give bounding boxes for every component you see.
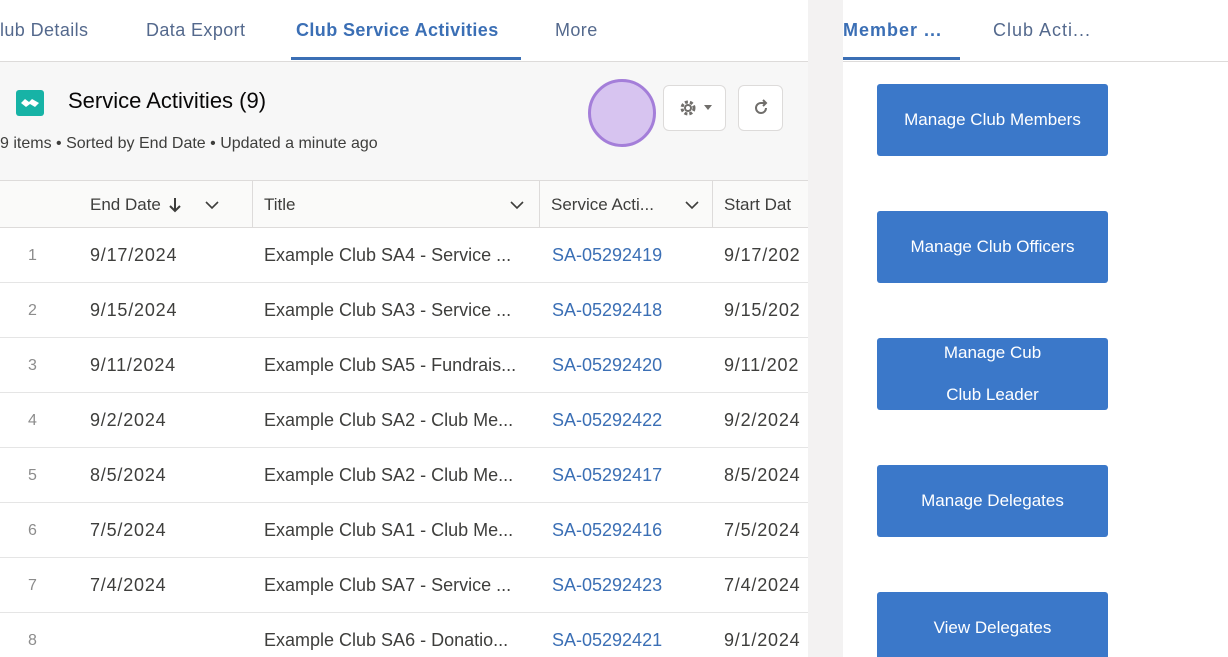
title-cell: Example Club SA5 - Fundrais... [264,355,517,375]
column-divider[interactable] [252,181,253,229]
title-cell: Example Club SA2 - Club Me... [264,410,514,430]
chevron-down-icon[interactable] [510,200,524,210]
refresh-button[interactable] [738,85,783,131]
manage-cub-club-leader-button[interactable]: Manage Cub Club Leader [877,338,1108,410]
end-date-cell: 8/5/2024 [90,465,167,485]
arrow-down-icon [169,198,181,213]
start-date-cell: 7/4/2024 [724,575,801,595]
table-row: 4 9/2/2024 Example Club SA2 - Club Me...… [0,393,808,448]
record-tabs: lub Details Data Export Club Service Act… [0,0,808,62]
end-date-cell: 9/15/2024 [90,300,178,320]
table-row: 6 7/5/2024 Example Club SA1 - Club Me...… [0,503,808,558]
sidebar-tabs: Member ... Club Acti... [843,0,1228,62]
service-activity-link[interactable]: SA-05292422 [552,393,662,448]
gear-icon [680,100,695,116]
card-subtitle: 9 items • Sorted by End Date • Updated a… [0,135,378,152]
title-cell: Example Club SA4 - Service ... [264,245,512,265]
row-number: 6 [28,521,37,539]
tab-club-activities[interactable]: Club Acti... [993,20,1091,41]
service-activity-link[interactable]: SA-05292419 [552,228,662,283]
active-tab-indicator [291,57,521,60]
service-activity-link[interactable]: SA-05292421 [552,613,662,657]
manage-delegates-button[interactable]: Manage Delegates [877,465,1108,537]
chevron-down-icon[interactable] [205,200,219,210]
title-cell: Example Club SA1 - Club Me... [264,520,514,540]
view-delegates-button[interactable]: View Delegates [877,592,1108,657]
end-date-cell: 7/5/2024 [90,520,167,540]
service-activity-link[interactable]: SA-05292423 [552,558,662,613]
manage-club-officers-button[interactable]: Manage Club Officers [877,211,1108,283]
card-title[interactable]: Service Activities (9) [68,88,266,114]
column-header-start-date[interactable]: Start Dat [724,181,808,229]
refresh-icon [754,99,767,114]
title-cell: Example Club SA6 - Donatio... [264,630,509,650]
row-number: 7 [28,576,37,594]
title-cell: Example Club SA3 - Service ... [264,300,512,320]
service-activity-link[interactable]: SA-05292416 [552,503,662,558]
row-number: 1 [28,246,37,264]
table-header: End Date Title Service Acti... Start Dat [0,180,808,229]
service-activity-link[interactable]: SA-05292420 [552,338,662,393]
tab-club-service-activities[interactable]: Club Service Activities [296,20,499,41]
column-divider[interactable] [712,181,713,229]
column-header-service-activity[interactable]: Service Acti... [551,181,709,229]
tab-club-details[interactable]: lub Details [0,20,88,41]
start-date-cell: 9/2/2024 [724,410,801,430]
row-number: 3 [28,356,37,374]
table-row: 3 9/11/2024 Example Club SA5 - Fundrais.… [0,338,808,393]
row-number: 4 [28,411,37,429]
start-date-cell: 7/5/2024 [724,520,801,540]
service-activity-link[interactable]: SA-05292418 [552,283,662,338]
tab-data-export[interactable]: Data Export [146,20,245,41]
click-indicator [588,79,656,147]
end-date-cell: 9/2/2024 [90,410,167,430]
row-number: 2 [28,301,37,319]
list-settings-button[interactable] [663,85,726,131]
handshake-icon [16,90,44,116]
tab-more[interactable]: More [555,20,598,41]
actions-panel: Member ... Club Acti... Manage Club Memb… [843,0,1228,657]
caret-down-icon [703,105,712,110]
active-tab-indicator [843,57,960,60]
title-cell: Example Club SA7 - Service ... [264,575,512,595]
table-row: 7 7/4/2024 Example Club SA7 - Service ..… [0,558,808,613]
manage-club-members-button[interactable]: Manage Club Members [877,84,1108,156]
table-row: 5 8/5/2024 Example Club SA2 - Club Me...… [0,448,808,503]
related-list-panel: lub Details Data Export Club Service Act… [0,0,808,657]
start-date-cell: 9/15/202 [724,300,801,320]
start-date-cell: 9/11/202 [724,355,800,375]
start-date-cell: 8/5/2024 [724,465,801,485]
service-activity-link[interactable]: SA-05292417 [552,448,662,503]
start-date-cell: 9/1/2024 [724,630,801,650]
column-header-title[interactable]: Title [264,181,534,229]
end-date-cell: 7/4/2024 [90,575,167,595]
end-date-cell: 9/17/2024 [90,245,178,265]
row-number: 5 [28,466,37,484]
end-date-cell: 9/11/2024 [90,355,176,375]
column-divider[interactable] [539,181,540,229]
tab-member[interactable]: Member ... [843,20,942,41]
row-number: 8 [28,631,37,649]
table-row: 1 9/17/2024 Example Club SA4 - Service .… [0,228,808,283]
chevron-down-icon[interactable] [685,200,699,210]
column-header-end-date[interactable]: End Date [90,181,250,229]
table-row: 2 9/15/2024 Example Club SA3 - Service .… [0,283,808,338]
table-row: 8 Example Club SA6 - Donatio... SA-05292… [0,613,808,657]
title-cell: Example Club SA2 - Club Me... [264,465,514,485]
start-date-cell: 9/17/202 [724,245,801,265]
